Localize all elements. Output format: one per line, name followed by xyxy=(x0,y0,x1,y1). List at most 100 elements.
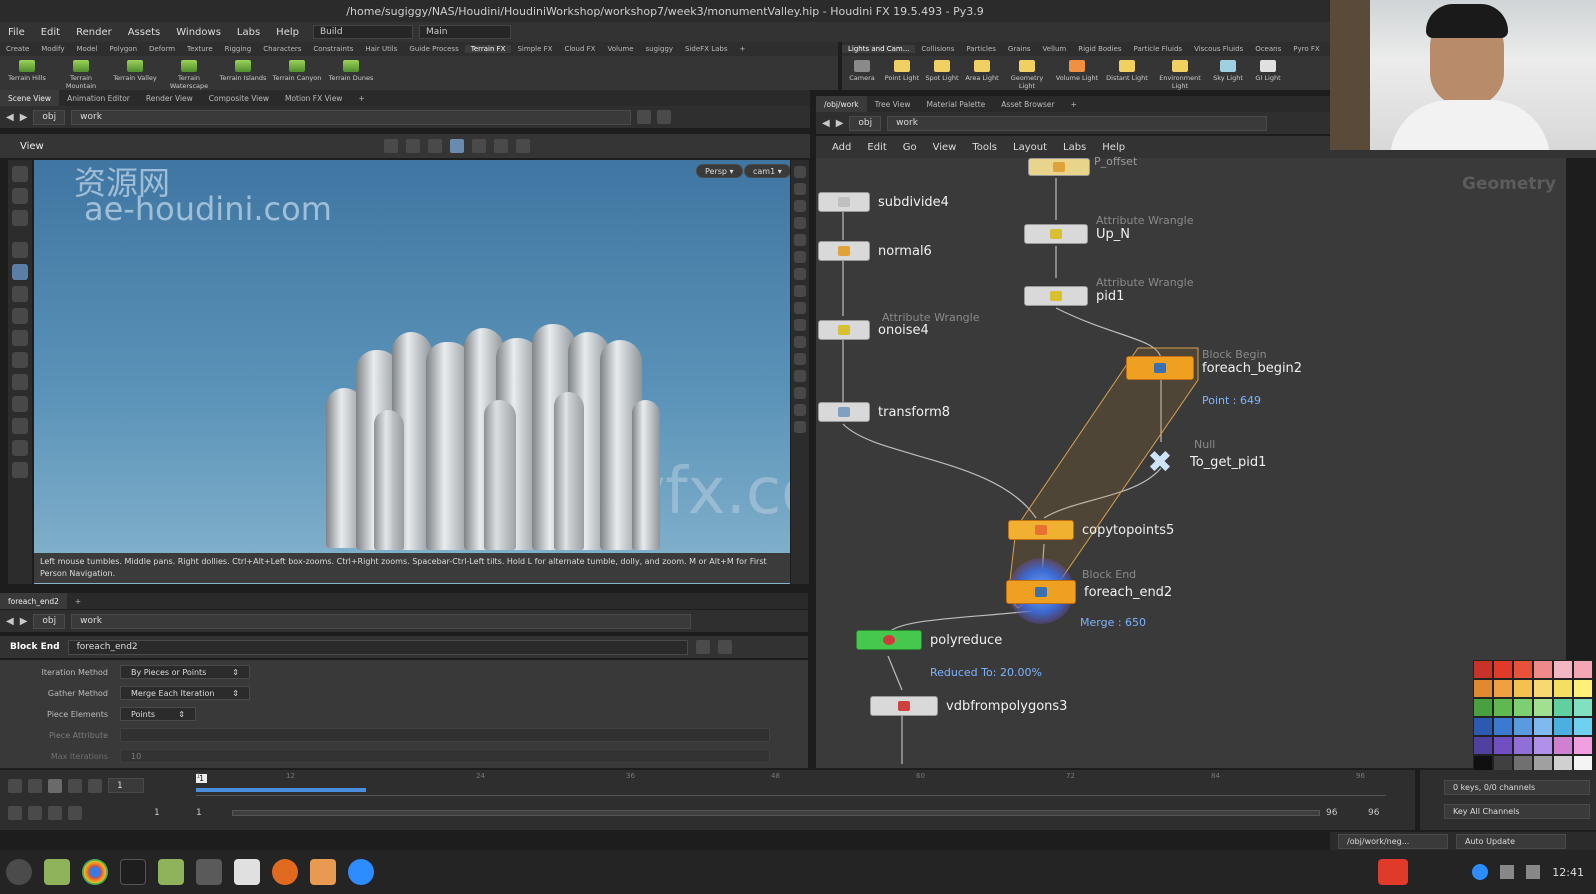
color-swatch[interactable] xyxy=(1513,679,1533,698)
keys-status[interactable]: 0 keys, 0/0 channels xyxy=(1444,780,1590,795)
shelf-tab[interactable]: Create xyxy=(0,45,35,53)
shelf-tab[interactable]: Pyro FX xyxy=(1287,45,1325,53)
shelf-tab[interactable]: Grains xyxy=(1002,45,1037,53)
color-swatch[interactable] xyxy=(1513,698,1533,717)
link-icon[interactable] xyxy=(657,110,672,124)
node-foreach-begin2[interactable]: foreach_begin2 xyxy=(1126,356,1302,380)
help-icon[interactable] xyxy=(717,640,732,654)
viewport-tool-icon[interactable] xyxy=(428,139,442,153)
menu-render[interactable]: Render xyxy=(68,27,120,38)
timeline-ruler[interactable]: 1 1 12 24 36 48 60 72 84 96 xyxy=(196,772,1386,796)
node-up-n[interactable]: Up_N xyxy=(1024,224,1130,244)
node-p-offset[interactable]: P_offset xyxy=(1028,155,1137,176)
stop-icon[interactable] xyxy=(48,778,62,793)
tool-point-light[interactable]: Point Light xyxy=(882,56,922,82)
select-arrow-icon[interactable] xyxy=(12,242,28,258)
node-transform8[interactable]: transform8 xyxy=(818,402,950,422)
realtime-icon[interactable] xyxy=(8,806,22,820)
camera-menu[interactable]: cam1 ▾ xyxy=(744,164,790,178)
tab-render-view[interactable]: Render View xyxy=(138,90,201,106)
net-menu-layout[interactable]: Layout xyxy=(1013,142,1047,153)
color-swatch[interactable] xyxy=(1493,717,1513,736)
back-icon[interactable]: ◀ xyxy=(6,112,14,123)
shelf-tab[interactable]: Rigid Bodies xyxy=(1072,45,1127,53)
net-menu-tools[interactable]: Tools xyxy=(972,142,997,153)
range-start-2[interactable]: 1 xyxy=(196,808,226,818)
node-vdbfrompolygons3[interactable]: vdbfrompolygons3 xyxy=(870,696,1067,716)
tool-geometry-light[interactable]: Geometry Light xyxy=(1002,56,1052,90)
shelf-tab[interactable]: Cloud FX xyxy=(558,45,601,53)
settings-app-icon[interactable] xyxy=(234,859,260,885)
pin-icon[interactable] xyxy=(637,110,652,124)
shelf-tab[interactable]: Deform xyxy=(143,45,181,53)
shelf-tab[interactable]: Oceans xyxy=(1249,45,1287,53)
step-back-icon[interactable] xyxy=(28,778,42,793)
shelf-tab[interactable]: Polygon xyxy=(104,45,144,53)
shelf-tab[interactable]: SideFX Labs xyxy=(679,45,733,53)
calculator-icon[interactable] xyxy=(196,859,222,885)
shelf-tab[interactable]: sugiggy xyxy=(640,45,680,53)
color-swatch[interactable] xyxy=(1473,698,1493,717)
handle-tool-icon[interactable] xyxy=(12,210,28,226)
camera-tool-icon[interactable] xyxy=(12,462,28,478)
display-option-icon[interactable] xyxy=(794,387,806,399)
display-option-icon[interactable] xyxy=(794,166,806,178)
color-swatch[interactable] xyxy=(1573,736,1593,755)
node-normal6[interactable]: normal6 xyxy=(818,241,932,261)
shelf-tab[interactable]: Model xyxy=(70,45,103,53)
color-swatch[interactable] xyxy=(1553,736,1573,755)
shelf-tab[interactable]: Characters xyxy=(257,45,307,53)
menu-windows[interactable]: Windows xyxy=(168,27,229,38)
node-foreach-end2[interactable]: foreach_end2 xyxy=(1006,580,1172,604)
add-tab-icon[interactable]: + xyxy=(350,90,372,106)
tab-tree-view[interactable]: Tree View xyxy=(867,96,919,112)
tab-scene-view[interactable]: Scene View xyxy=(0,90,60,106)
display-option-icon[interactable] xyxy=(794,285,806,297)
view-tool-icon[interactable] xyxy=(12,374,28,390)
tool-area-light[interactable]: Area Light xyxy=(962,56,1002,82)
range-end-2[interactable]: 96 xyxy=(1368,808,1398,818)
handle-tool-icon[interactable] xyxy=(12,188,28,204)
loop-icon[interactable] xyxy=(48,806,62,820)
houdini-icon[interactable] xyxy=(272,859,298,885)
go-to-start-icon[interactable] xyxy=(8,778,22,793)
color-swatch[interactable] xyxy=(1473,660,1493,679)
tool-terrain-mountain[interactable]: Terrain Mountain xyxy=(54,56,108,90)
add-shelf-icon[interactable]: + xyxy=(734,45,752,53)
gather-method-select[interactable]: Merge Each Iteration ⇕ xyxy=(120,686,250,700)
display-option-icon[interactable] xyxy=(794,217,806,229)
color-swatch[interactable] xyxy=(1533,717,1553,736)
color-swatch[interactable] xyxy=(1493,698,1513,717)
shelf-tab[interactable]: Volume xyxy=(601,45,639,53)
terminal-icon[interactable] xyxy=(120,859,146,885)
shading-icon[interactable] xyxy=(472,139,486,153)
forward-icon[interactable]: ▶ xyxy=(20,616,28,627)
shelf-tab[interactable]: Guide Process xyxy=(403,45,464,53)
browser-icon[interactable] xyxy=(82,859,108,885)
shelf-tab[interactable]: Texture xyxy=(181,45,219,53)
color-swatch[interactable] xyxy=(1533,698,1553,717)
wireframe-icon[interactable] xyxy=(450,139,464,153)
shelf-tab[interactable]: Vellum xyxy=(1037,45,1073,53)
camera-icon[interactable] xyxy=(494,139,508,153)
volume-tray-icon[interactable] xyxy=(1526,865,1541,879)
gear-icon[interactable] xyxy=(695,640,710,654)
color-swatch[interactable] xyxy=(1573,679,1593,698)
shelf-tab[interactable]: Simple FX xyxy=(511,45,558,53)
shelf-tab[interactable]: Modify xyxy=(35,45,70,53)
zoom-tray-icon[interactable] xyxy=(1472,864,1489,880)
magnet-icon[interactable] xyxy=(12,396,28,412)
scale-tool-icon[interactable] xyxy=(12,330,28,346)
tool-terrain-dunes[interactable]: Terrain Dunes xyxy=(324,56,378,82)
path-obj[interactable]: obj xyxy=(849,115,882,131)
context-select[interactable]: Main xyxy=(418,25,511,39)
node-polyreduce[interactable]: polyreduce xyxy=(856,630,1002,650)
show-desktop-icon[interactable] xyxy=(44,859,70,885)
shelf-tab-active[interactable]: Terrain FX xyxy=(464,45,512,53)
zoom-app-icon[interactable] xyxy=(348,859,374,885)
tool-terrain-canyon[interactable]: Terrain Canyon xyxy=(270,56,324,82)
color-swatch[interactable] xyxy=(1513,736,1533,755)
tool-terrain-islands[interactable]: Terrain Islands xyxy=(216,56,270,82)
persp-menu[interactable]: Persp ▾ xyxy=(696,164,743,178)
range-end[interactable]: 96 xyxy=(1326,808,1362,818)
